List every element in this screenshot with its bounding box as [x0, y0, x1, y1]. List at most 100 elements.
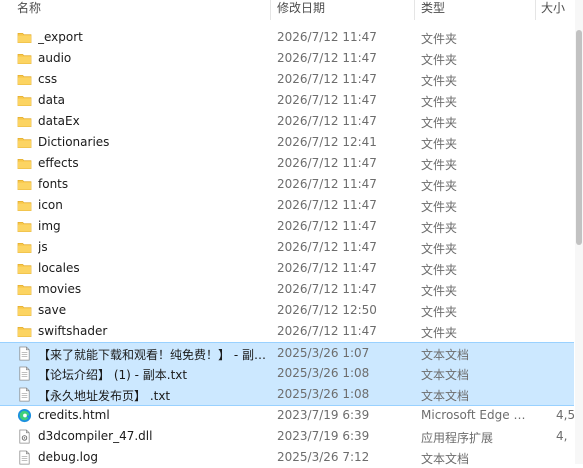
- file-type: 文件夹: [421, 32, 458, 46]
- file-size: 4,5: [556, 408, 576, 422]
- folder-icon: [17, 177, 32, 192]
- file-row[interactable]: 【来了就能下载和观看！纯免费！】 - 副… 2025/3/26 1:07 文本文档: [0, 342, 574, 364]
- file-type: 文件夹: [421, 326, 458, 340]
- file-row[interactable]: credits.html 2023/7/19 6:39 Microsoft Edge…: [0, 405, 576, 426]
- file-name: icon: [38, 198, 63, 212]
- file-row[interactable]: audio 2026/7/12 11:47 文件夹: [0, 48, 574, 69]
- file-row[interactable]: swiftshader 2026/7/12 11:47 文件夹: [0, 321, 574, 342]
- folder-icon: [17, 282, 32, 297]
- file-row[interactable]: d3dcompiler_47.dll 2023/7/19 6:39 应用程序扩展 4,: [0, 426, 574, 447]
- folder-icon: [17, 324, 32, 339]
- file-type: 文本文档: [421, 389, 470, 403]
- file-row[interactable]: movies 2026/7/12 11:47 文件夹: [0, 279, 574, 300]
- file-name: 【永久地址发布页】 .txt: [38, 389, 171, 403]
- file-name: save: [38, 303, 67, 317]
- file-name: 【论坛介绍】 (1) - 副本.txt: [38, 368, 188, 382]
- file-name: effects: [38, 156, 79, 170]
- file-name: data: [38, 93, 66, 107]
- file-date: 2026/7/12 11:47: [277, 324, 377, 338]
- vertical-scrollbar[interactable]: [575, 0, 583, 464]
- file-name: dataEx: [38, 114, 80, 128]
- file-row[interactable]: Dictionaries 2026/7/12 12:41 文件夹: [0, 132, 574, 153]
- file-date: 2025/3/26 1:07: [277, 346, 370, 360]
- file-row[interactable]: icon 2026/7/12 11:47 文件夹: [0, 195, 574, 216]
- file-row[interactable]: css 2026/7/12 11:47 文件夹: [0, 69, 574, 90]
- file-name: locales: [38, 261, 80, 275]
- file-name: audio: [38, 51, 72, 65]
- column-divider[interactable]: [270, 0, 271, 20]
- file-date: 2025/3/26 1:08: [277, 366, 370, 380]
- file-type: 文件夹: [421, 200, 458, 214]
- folder-icon: [17, 72, 32, 87]
- column-header-date[interactable]: 修改日期: [277, 0, 325, 20]
- file-date: 2026/7/12 11:47: [277, 177, 377, 191]
- edge-icon: [17, 408, 32, 423]
- file-type: 文件夹: [421, 305, 458, 319]
- column-divider[interactable]: [414, 0, 415, 20]
- file-date: 2026/7/12 12:50: [277, 303, 377, 317]
- file-date: 2026/7/12 11:47: [277, 72, 377, 86]
- column-header: 名称 修改日期 类型 大小: [0, 0, 583, 20]
- file-type: 文件夹: [421, 284, 458, 298]
- file-name: 【来了就能下载和观看！纯免费！】 - 副…: [38, 348, 266, 362]
- file-type: 文件夹: [421, 116, 458, 130]
- file-row[interactable]: img 2026/7/12 11:47 文件夹: [0, 216, 574, 237]
- folder-icon: [17, 240, 32, 255]
- file-name: Dictionaries: [38, 135, 110, 149]
- column-header-type[interactable]: 类型: [421, 0, 445, 20]
- file-name: js: [38, 240, 48, 254]
- text-file-icon: [17, 346, 32, 361]
- file-row[interactable]: _export 2026/7/12 11:47 文件夹: [0, 27, 574, 48]
- file-row[interactable]: 【永久地址发布页】 .txt 2025/3/26 1:08 文本文档: [0, 384, 574, 406]
- file-date: 2026/7/12 11:47: [277, 51, 377, 65]
- file-date: 2026/7/12 11:47: [277, 240, 377, 254]
- file-row[interactable]: dataEx 2026/7/12 11:47 文件夹: [0, 111, 574, 132]
- text-file-icon: [17, 366, 32, 381]
- text-file-icon: [17, 450, 32, 465]
- dll-file-icon: [17, 429, 32, 444]
- file-date: 2026/7/12 11:47: [277, 114, 377, 128]
- file-row[interactable]: data 2026/7/12 11:47 文件夹: [0, 90, 574, 111]
- file-date: 2026/7/12 11:47: [277, 198, 377, 212]
- file-row[interactable]: debug.log 2025/3/26 7:12 文本文档: [0, 447, 574, 468]
- file-type: 文件夹: [421, 53, 458, 67]
- file-row[interactable]: locales 2026/7/12 11:47 文件夹: [0, 258, 574, 279]
- file-row[interactable]: 【论坛介绍】 (1) - 副本.txt 2025/3/26 1:08 文本文档: [0, 363, 574, 384]
- folder-icon: [17, 156, 32, 171]
- file-type: Microsoft Edge …: [421, 408, 526, 422]
- file-name: debug.log: [38, 450, 98, 464]
- column-divider[interactable]: [535, 0, 536, 20]
- file-name: img: [38, 219, 61, 233]
- file-name: css: [38, 72, 58, 86]
- scrollbar-thumb[interactable]: [576, 30, 582, 245]
- file-row[interactable]: js 2026/7/12 11:47 文件夹: [0, 237, 574, 258]
- file-name: fonts: [38, 177, 69, 191]
- file-type: 文件夹: [421, 137, 458, 151]
- folder-icon: [17, 51, 32, 66]
- file-date: 2026/7/12 12:41: [277, 135, 377, 149]
- file-type: 文件夹: [421, 95, 458, 109]
- file-type: 文件夹: [421, 242, 458, 256]
- file-name: movies: [38, 282, 82, 296]
- file-row[interactable]: effects 2026/7/12 11:47 文件夹: [0, 153, 574, 174]
- file-type: 文本文档: [421, 368, 470, 382]
- folder-icon: [17, 303, 32, 318]
- folder-icon: [17, 135, 32, 150]
- folder-icon: [17, 261, 32, 276]
- file-date: 2026/7/12 11:47: [277, 30, 377, 44]
- file-date: 2025/3/26 1:08: [277, 387, 370, 401]
- file-type: 文件夹: [421, 263, 458, 277]
- file-type: 文本文档: [421, 348, 470, 362]
- file-date: 2026/7/12 11:47: [277, 219, 377, 233]
- text-file-icon: [17, 387, 32, 402]
- file-row[interactable]: save 2026/7/12 12:50 文件夹: [0, 300, 574, 321]
- file-name: d3dcompiler_47.dll: [38, 429, 153, 443]
- folder-icon: [17, 30, 32, 45]
- file-type: 文件夹: [421, 221, 458, 235]
- file-row[interactable]: fonts 2026/7/12 11:47 文件夹: [0, 174, 574, 195]
- file-type: 文件夹: [421, 179, 458, 193]
- column-header-name[interactable]: 名称: [17, 0, 41, 20]
- file-name: _export: [38, 30, 83, 44]
- file-date: 2025/3/26 7:12: [277, 450, 370, 464]
- column-header-size[interactable]: 大小: [541, 0, 565, 20]
